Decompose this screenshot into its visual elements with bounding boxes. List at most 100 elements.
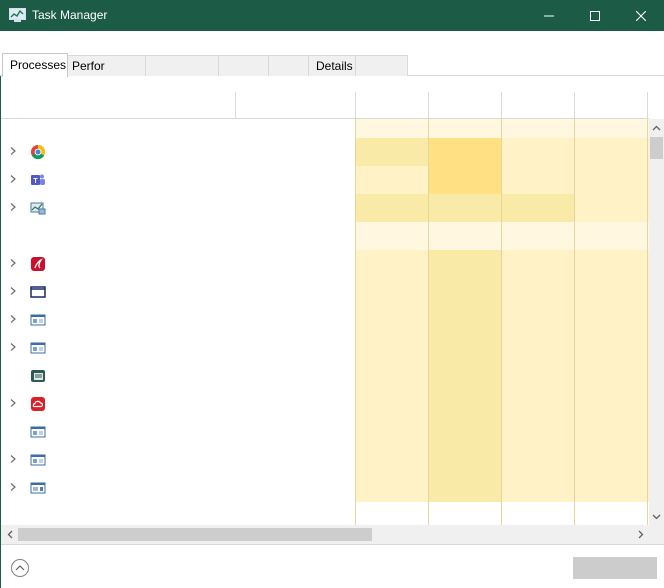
chevron-right-icon[interactable] (8, 146, 18, 156)
usage-cell (428, 362, 501, 390)
column-gridline (501, 119, 502, 525)
tab-details[interactable]: Details (308, 55, 356, 76)
usage-cell (428, 474, 501, 502)
usage-cell (501, 418, 574, 446)
usage-cell (355, 138, 428, 166)
usage-cell (574, 362, 649, 390)
chevron-right-icon[interactable] (8, 174, 18, 184)
column-separator[interactable] (428, 92, 429, 119)
usage-cell (574, 390, 649, 418)
table-row[interactable] (1, 362, 649, 390)
table-row[interactable] (1, 306, 649, 334)
horizontal-scrollbar[interactable] (1, 525, 649, 544)
scroll-down-button[interactable] (649, 508, 664, 525)
usage-cell (428, 250, 501, 278)
column-separator[interactable] (355, 92, 356, 119)
usage-cell (501, 362, 574, 390)
usage-cell (501, 222, 574, 250)
table-row[interactable]: T (1, 166, 649, 194)
vertical-scrollbar[interactable] (649, 119, 664, 525)
service-window-icon (30, 482, 46, 494)
usage-cell (428, 306, 501, 334)
chevron-left-icon (7, 530, 12, 539)
tab-services[interactable] (355, 55, 408, 76)
process-list: T (1, 119, 649, 525)
scroll-right-button[interactable] (632, 525, 649, 544)
tab-startup[interactable] (218, 55, 269, 76)
chevron-right-icon[interactable] (8, 482, 18, 492)
chevron-right-icon[interactable] (8, 342, 18, 352)
usage-cell (501, 278, 574, 306)
column-gridline (355, 119, 356, 525)
teams-icon: T (31, 174, 45, 185)
chrome-icon (31, 144, 46, 160)
scroll-up-button[interactable] (649, 119, 664, 136)
usage-cell (428, 418, 501, 446)
chevron-right-icon[interactable] (8, 286, 18, 296)
chevron-right-icon[interactable] (8, 202, 18, 212)
table-row[interactable] (1, 418, 649, 446)
app-window-icon (30, 454, 46, 466)
usage-cell (574, 446, 649, 474)
usage-cell (574, 138, 649, 166)
usage-cell (501, 166, 574, 194)
column-separator[interactable] (501, 92, 502, 119)
usage-cell (501, 334, 574, 362)
column-separator[interactable] (574, 92, 575, 119)
tab-users[interactable] (268, 55, 309, 76)
usage-cell (355, 119, 428, 138)
tab-performance[interactable]: Perfor (67, 55, 146, 76)
chevron-right-icon[interactable] (8, 454, 18, 464)
end-task-button[interactable] (573, 557, 657, 579)
column-separator[interactable] (235, 92, 236, 119)
maximize-icon (590, 10, 600, 21)
close-button[interactable] (618, 0, 664, 31)
tab-app-history[interactable] (145, 55, 219, 76)
vertical-scroll-thumb[interactable] (650, 137, 663, 159)
horizontal-scroll-thumb[interactable] (18, 528, 372, 541)
chevron-right-icon[interactable] (8, 398, 18, 408)
usage-cell (501, 474, 574, 502)
minimize-button[interactable] (526, 0, 572, 31)
usage-cell (574, 250, 649, 278)
column-header (1, 76, 649, 119)
column-gridline (574, 119, 575, 525)
table-row[interactable] (1, 222, 649, 250)
title-bar: Task Manager (0, 0, 664, 31)
column-separator[interactable] (647, 92, 648, 119)
table-row[interactable] (1, 194, 649, 222)
fewer-details-button[interactable] (10, 558, 30, 578)
close-icon (636, 10, 646, 21)
tab-processes[interactable]: Processes (2, 53, 68, 77)
chevron-right-icon (638, 530, 643, 539)
acrobat-red-icon (31, 257, 45, 271)
usage-cell (355, 250, 428, 278)
usage-cell (501, 306, 574, 334)
table-row[interactable] (1, 474, 649, 502)
svg-text:T: T (33, 178, 38, 185)
minimize-icon (544, 15, 554, 16)
usage-cell (355, 306, 428, 334)
chevron-up-icon (652, 125, 661, 130)
table-row[interactable] (1, 334, 649, 362)
usage-cell (574, 166, 649, 194)
usage-cell (428, 390, 501, 418)
table-row[interactable] (1, 390, 649, 418)
table-row[interactable] (1, 446, 649, 474)
table-row[interactable] (1, 138, 649, 166)
chevron-right-icon[interactable] (8, 314, 18, 324)
table-row[interactable] (1, 250, 649, 278)
scroll-left-button[interactable] (1, 525, 18, 544)
usage-cell (355, 222, 428, 250)
usage-cell (355, 194, 428, 222)
usage-cell (574, 306, 649, 334)
usage-cell (501, 119, 574, 138)
usage-cell (355, 278, 428, 306)
maximize-button[interactable] (572, 0, 618, 31)
chevron-down-icon (652, 514, 661, 519)
usage-cell (574, 194, 649, 222)
window-frame-icon (30, 286, 46, 298)
table-row[interactable] (1, 278, 649, 306)
table-row[interactable] (1, 119, 649, 138)
chevron-right-icon[interactable] (8, 258, 18, 268)
